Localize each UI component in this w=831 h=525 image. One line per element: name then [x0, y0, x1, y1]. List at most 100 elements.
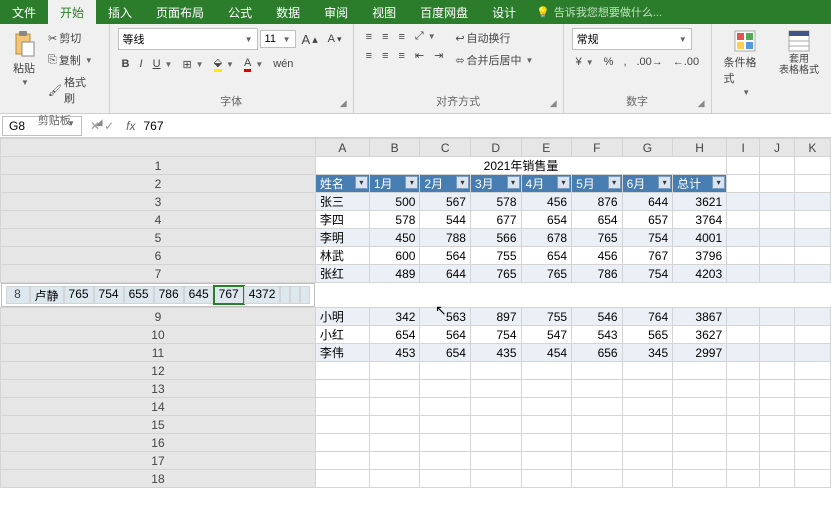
cell[interactable]	[420, 398, 471, 416]
filter-header[interactable]: 姓名▾	[315, 175, 369, 193]
cell[interactable]	[290, 286, 300, 304]
cell[interactable]: 547	[521, 326, 572, 344]
cell[interactable]: 3627	[673, 326, 727, 344]
cell[interactable]: 678	[521, 229, 572, 247]
cell[interactable]	[727, 398, 760, 416]
cell[interactable]	[727, 229, 760, 247]
cell[interactable]: 4372	[244, 286, 281, 304]
cell[interactable]: 453	[369, 344, 420, 362]
cell[interactable]	[727, 380, 760, 398]
cell[interactable]: 卢静	[30, 286, 64, 304]
row-header[interactable]: 17	[1, 452, 316, 470]
cell[interactable]: 林武	[315, 247, 369, 265]
tell-me[interactable]: 💡告诉我您想要做什么...	[536, 0, 662, 24]
cell[interactable]	[470, 380, 521, 398]
cell[interactable]	[369, 470, 420, 488]
cell[interactable]	[794, 175, 830, 193]
align-launcher[interactable]: ◢	[550, 98, 557, 109]
cell[interactable]	[521, 470, 572, 488]
cell[interactable]: 3764	[673, 211, 727, 229]
filter-header[interactable]: 总计▾	[673, 175, 727, 193]
cell[interactable]	[794, 265, 830, 283]
cell[interactable]: 644	[622, 193, 673, 211]
align-left-button[interactable]: ≡	[362, 48, 376, 64]
cell[interactable]: 564	[420, 326, 471, 344]
cell[interactable]	[794, 344, 830, 362]
number-launcher[interactable]: ◢	[698, 98, 705, 109]
bold-button[interactable]: B	[118, 56, 134, 72]
cell[interactable]: 754	[470, 326, 521, 344]
cell[interactable]	[369, 434, 420, 452]
cell[interactable]	[760, 398, 795, 416]
cell[interactable]	[727, 344, 760, 362]
filter-header[interactable]: 5月▾	[572, 175, 623, 193]
cell[interactable]	[420, 416, 471, 434]
cell[interactable]	[420, 434, 471, 452]
cell[interactable]	[760, 434, 795, 452]
cell[interactable]	[369, 416, 420, 434]
cell[interactable]	[727, 265, 760, 283]
cell[interactable]	[760, 157, 795, 175]
cell[interactable]: 3867	[673, 308, 727, 326]
cell[interactable]: 543	[572, 326, 623, 344]
col-header[interactable]: D	[470, 139, 521, 157]
cell[interactable]	[521, 416, 572, 434]
phonetic-button[interactable]: wén	[269, 56, 297, 72]
cell[interactable]: 767	[622, 247, 673, 265]
tab-design[interactable]: 设计	[480, 0, 528, 24]
cell[interactable]: 754	[622, 229, 673, 247]
cell[interactable]	[727, 452, 760, 470]
cell[interactable]: 546	[572, 308, 623, 326]
cell[interactable]	[420, 470, 471, 488]
cell[interactable]	[420, 362, 471, 380]
cell[interactable]	[470, 362, 521, 380]
cell[interactable]	[794, 211, 830, 229]
cell[interactable]: 654	[369, 326, 420, 344]
number-format-select[interactable]: 常规▼	[572, 28, 692, 50]
row-header[interactable]: 1	[1, 157, 316, 175]
cell[interactable]	[727, 211, 760, 229]
cell[interactable]: 500	[369, 193, 420, 211]
format-painter-button[interactable]: 🖌格式刷	[44, 72, 101, 108]
comma-button[interactable]: ,	[619, 54, 630, 70]
cell[interactable]	[760, 416, 795, 434]
row-header[interactable]: 15	[1, 416, 316, 434]
cell[interactable]	[622, 452, 673, 470]
cell[interactable]	[521, 398, 572, 416]
filter-button[interactable]: ▾	[507, 176, 520, 189]
currency-button[interactable]: ¥▼	[572, 54, 598, 70]
cell[interactable]	[315, 434, 369, 452]
cut-button[interactable]: ✂剪切	[44, 28, 101, 48]
cell[interactable]	[315, 452, 369, 470]
filter-button[interactable]: ▾	[456, 176, 469, 189]
dec-decimal-button[interactable]: ←.00	[669, 54, 703, 70]
cell[interactable]: 563	[420, 308, 471, 326]
filter-button[interactable]: ▾	[557, 176, 570, 189]
cell[interactable]: 786	[572, 265, 623, 283]
cell[interactable]	[794, 229, 830, 247]
indent-dec-button[interactable]: ⇤	[411, 47, 428, 64]
cell[interactable]	[315, 380, 369, 398]
tab-formula[interactable]: 公式	[216, 0, 264, 24]
cell[interactable]: 765	[64, 286, 94, 304]
cell[interactable]: 786	[154, 286, 184, 304]
cell[interactable]: 755	[521, 308, 572, 326]
percent-button[interactable]: %	[600, 54, 618, 70]
filter-button[interactable]: ▾	[608, 176, 621, 189]
cell[interactable]	[521, 434, 572, 452]
cell[interactable]	[727, 247, 760, 265]
col-header[interactable]: F	[572, 139, 623, 157]
font-color-button[interactable]: A▼	[240, 55, 267, 74]
table-format-button[interactable]: 套用 表格格式	[773, 26, 825, 80]
cell[interactable]: 764	[622, 308, 673, 326]
cell[interactable]	[315, 362, 369, 380]
cell[interactable]: 654	[521, 211, 572, 229]
cell[interactable]: 644	[420, 265, 471, 283]
row-header[interactable]: 18	[1, 470, 316, 488]
cell[interactable]	[727, 470, 760, 488]
cell[interactable]	[572, 452, 623, 470]
cell[interactable]: 4203	[673, 265, 727, 283]
cell[interactable]	[572, 398, 623, 416]
cell[interactable]: 小红	[315, 326, 369, 344]
tab-view[interactable]: 视图	[360, 0, 408, 24]
